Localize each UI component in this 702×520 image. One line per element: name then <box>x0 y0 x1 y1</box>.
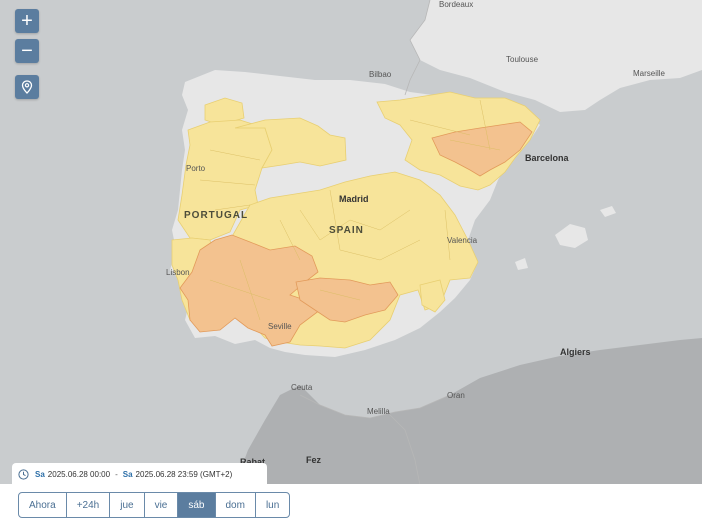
zoom-out-button[interactable]: − <box>15 39 39 63</box>
tab-jue[interactable]: jue <box>110 493 145 517</box>
label-algiers: Algiers <box>560 347 591 357</box>
tab-vie[interactable]: vie <box>145 493 179 517</box>
label-lisbon: Lisbon <box>166 268 190 277</box>
time-range-display: Sa 2025.06.28 00:00 - Sa 2025.06.28 23:5… <box>12 463 267 485</box>
to-value: 2025.06.28 23:59 (GMT+2) <box>135 469 233 479</box>
label-marseille: Marseille <box>633 69 666 78</box>
label-valencia: Valencia <box>447 236 478 245</box>
label-ceuta: Ceuta <box>291 383 313 392</box>
label-oran: Oran <box>447 391 465 400</box>
weather-warning-map[interactable] <box>0 0 702 520</box>
day-tabs: Ahora +24h jue vie sáb dom lun <box>18 492 291 518</box>
label-spain: SPAIN <box>329 225 364 236</box>
label-barcelona: Barcelona <box>525 153 569 163</box>
label-porto: Porto <box>186 164 206 173</box>
label-bilbao: Bilbao <box>369 70 392 79</box>
label-melilla: Melilla <box>367 407 390 416</box>
tab-sab[interactable]: sáb <box>178 493 216 517</box>
tab-lun[interactable]: lun <box>256 493 289 517</box>
label-fez: Fez <box>306 455 322 465</box>
clock-icon <box>18 468 29 480</box>
range-separator: - <box>115 469 118 479</box>
tab-plus-24h[interactable]: +24h <box>67 493 111 517</box>
from-value: 2025.06.28 00:00 <box>47 469 111 479</box>
tab-ahora[interactable]: Ahora <box>19 493 67 517</box>
zoom-in-button[interactable]: + <box>15 9 39 33</box>
tab-dom[interactable]: dom <box>216 493 256 517</box>
to-day: Sa <box>122 469 133 479</box>
plus-icon: + <box>21 10 33 32</box>
location-pin-icon <box>21 80 33 94</box>
label-bordeaux: Bordeaux <box>439 0 474 9</box>
label-madrid: Madrid <box>339 194 369 204</box>
minus-icon: − <box>21 40 33 62</box>
label-toulouse: Toulouse <box>506 55 539 64</box>
locate-button[interactable] <box>15 75 39 99</box>
label-portugal: PORTUGAL <box>184 210 249 221</box>
from-day: Sa <box>35 469 45 479</box>
label-seville: Seville <box>268 322 292 331</box>
